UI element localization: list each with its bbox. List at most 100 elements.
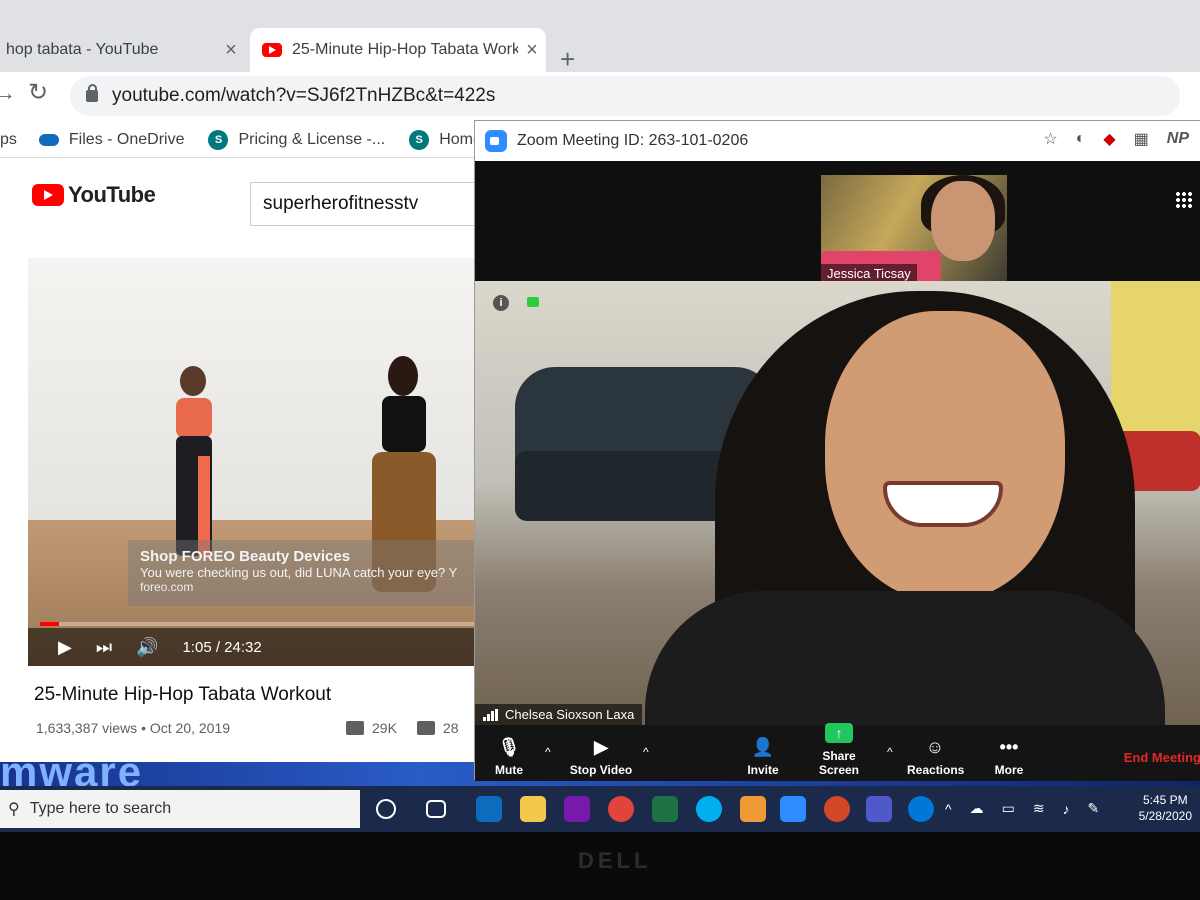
active-speaker-video: i Chelsea Sioxson Laxa (475, 281, 1200, 725)
profile-avatar[interactable]: NP (1167, 130, 1189, 148)
wifi-icon[interactable]: ≋ (1033, 800, 1045, 817)
clock-time: 5:45 PM (1142, 793, 1188, 807)
add-user-icon: 👤 (751, 737, 775, 757)
excel-icon[interactable] (652, 796, 678, 822)
app-icon[interactable] (740, 796, 766, 822)
mute-button[interactable]: 🎙 Mute (489, 735, 529, 777)
search-input[interactable]: superherofitnesstv (250, 182, 490, 226)
encryption-lock-icon[interactable] (527, 297, 539, 307)
end-meeting-button[interactable]: End Meeting (1124, 750, 1200, 765)
stop-video-button[interactable]: ▶ Stop Video (567, 735, 635, 777)
thumbs-up-icon[interactable] (346, 721, 364, 735)
share-options-caret-icon[interactable]: ^ (887, 745, 893, 759)
participant-thumbnail[interactable]: Jessica Ticsay (821, 175, 1007, 287)
close-icon[interactable]: × (217, 39, 245, 62)
next-icon[interactable]: ⏭ (96, 637, 112, 658)
ad-body: You were checking us out, did LUNA catch… (140, 565, 458, 580)
mute-label: Mute (495, 763, 523, 777)
zoom-title: Zoom Meeting ID: 263-101-0206 (517, 132, 749, 149)
bookmark-onedrive[interactable]: Files - OneDrive (38, 130, 185, 149)
pen-icon[interactable]: ✎ (1088, 800, 1100, 817)
zoom-window: Zoom Meeting ID: 263-101-0206 ☆ ◐ ◆ ▦ NP… (474, 120, 1200, 781)
reload-icon[interactable]: ↻ (28, 78, 48, 107)
back-icon[interactable]: → (0, 80, 16, 106)
more-button[interactable]: ••• More (993, 735, 1025, 777)
like-count: 29K (372, 720, 397, 736)
extension-icon[interactable]: ◐ (1076, 130, 1086, 148)
tab-video[interactable]: 25-Minute Hip-Hop Tabata Work × (250, 28, 546, 72)
address-bar[interactable]: youtube.com/watch?v=SJ6f2TnHZBc&t=422s (70, 76, 1180, 116)
bookmark-label: Files - OneDrive (68, 130, 185, 148)
invite-button[interactable]: 👤 Invite (743, 735, 783, 777)
like-dislike: 29K 28 (346, 720, 459, 736)
speaker-name-label: Chelsea Sioxson Laxa (475, 704, 643, 725)
zoom-taskbar-icon[interactable] (780, 796, 806, 822)
sharepoint-icon: S (208, 129, 229, 150)
audio-options-caret-icon[interactable]: ^ (545, 745, 551, 759)
tab-youtube-search[interactable]: hop tabata - YouTube × (0, 28, 245, 72)
file-explorer-icon[interactable] (520, 796, 546, 822)
powerpoint-icon[interactable] (824, 796, 850, 822)
share-screen-button[interactable]: ↑ Share Screen (801, 721, 877, 777)
progress-bar[interactable] (40, 622, 476, 626)
chrome-icon[interactable] (608, 796, 634, 822)
thumbs-down-icon[interactable] (416, 721, 435, 735)
edge-icon[interactable] (908, 796, 934, 822)
bookmark-pricing[interactable]: S Pricing & License -... (208, 129, 386, 150)
zoom-icon (485, 130, 507, 152)
tab-title: hop tabata - YouTube (6, 41, 159, 58)
youtube-favicon-icon (262, 43, 282, 57)
new-tab-icon[interactable]: + (560, 44, 575, 75)
chevron-up-icon[interactable]: ^ (945, 801, 952, 817)
teams-icon[interactable] (866, 796, 892, 822)
smiley-icon: ☺ (925, 737, 945, 757)
volume-icon[interactable]: 🔊 (136, 637, 158, 658)
mcafee-icon[interactable]: ◆ (1103, 129, 1115, 149)
bookmark-label: Pricing & License -... (238, 130, 386, 148)
dancer-left (164, 366, 224, 566)
ad-headline: Shop FOREO Beauty Devices (140, 548, 351, 565)
video-ad-overlay[interactable]: Shop FOREO Beauty Devices You were check… (128, 540, 488, 606)
zoom-controls: 🎙 Mute ^ ▶ Stop Video ^ 👤 Invite ↑ Share… (475, 723, 1200, 781)
stop-video-label: Stop Video (569, 763, 633, 777)
onedrive-tray-icon[interactable]: ☁ (970, 800, 984, 817)
gallery-view-icon[interactable] (1175, 191, 1193, 209)
more-icon: ••• (999, 737, 1019, 757)
url-text: youtube.com/watch?v=SJ6f2TnHZBc&t=422s (112, 85, 496, 106)
video-options-caret-icon[interactable]: ^ (643, 745, 649, 759)
player-controls: ▶ ⏭ 🔊 1:05 / 24:32 (28, 628, 488, 666)
outlook-icon[interactable] (476, 796, 502, 822)
close-icon[interactable]: × (518, 39, 546, 62)
sharepoint-icon: S (409, 129, 430, 150)
dislike-count: 28 (442, 720, 459, 736)
reactions-button[interactable]: ☺ Reactions (907, 735, 964, 777)
taskbar-search[interactable]: ⚲ Type here to search (0, 790, 360, 828)
video-title: 25-Minute Hip-Hop Tabata Workout (34, 684, 332, 705)
invite-label: Invite (747, 763, 779, 777)
battery-icon[interactable]: ▭ (1002, 800, 1015, 817)
star-icon[interactable]: ☆ (1043, 129, 1057, 149)
youtube-logo-icon (32, 184, 64, 206)
skype-icon[interactable] (696, 796, 722, 822)
speaker-name: Chelsea Sioxson Laxa (505, 707, 635, 722)
share-screen-label: Share Screen (818, 749, 860, 777)
info-icon[interactable]: i (493, 295, 509, 311)
volume-tray-icon[interactable]: ♪ (1063, 801, 1070, 817)
play-icon[interactable]: ▶ (58, 637, 72, 658)
speaker-shirt (645, 591, 1165, 725)
bookmark-apps[interactable]: ps (0, 131, 17, 149)
cortana-icon[interactable] (376, 799, 396, 819)
browser-extension-icons: ☆ ◐ ◆ ▦ NP (1025, 129, 1189, 149)
participant-strip: Jessica Ticsay (475, 161, 1200, 287)
youtube-logo[interactable]: YouTube (32, 182, 156, 208)
extension-icon-2[interactable]: ▦ (1134, 129, 1149, 149)
task-view-icon[interactable] (426, 800, 446, 818)
onenote-icon[interactable] (564, 796, 590, 822)
system-clock[interactable]: 5:45 PM 5/28/2020 (1139, 792, 1192, 824)
speaker-smile (883, 481, 1003, 527)
video-player[interactable]: Shop FOREO Beauty Devices You were check… (28, 258, 488, 666)
camera-icon: ▶ (594, 737, 608, 757)
microphone-icon: 🎙 (497, 737, 521, 757)
tab-strip: hop tabata - YouTube × 25-Minute Hip-Hop… (0, 0, 1200, 75)
onedrive-icon (38, 133, 59, 146)
